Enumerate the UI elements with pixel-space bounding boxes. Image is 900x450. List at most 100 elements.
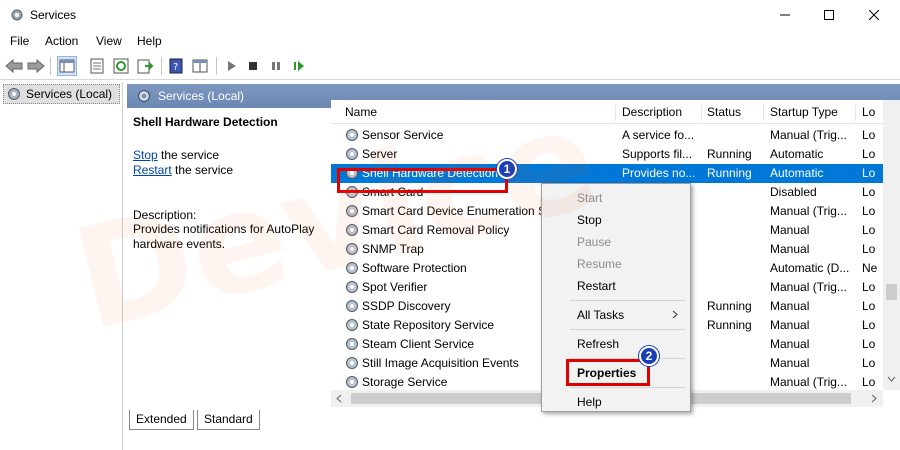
services-gear-icon	[138, 90, 150, 102]
service-gear-icon	[346, 376, 358, 388]
description-label: Description:	[133, 208, 197, 222]
ctx-stop[interactable]: Stop	[577, 213, 602, 227]
row-logon: Lo	[862, 204, 876, 218]
column-header-row: Name Description Status Startup Type Lo	[331, 100, 883, 124]
table-row[interactable]: Server Supports fil... Running Automatic Lo	[331, 145, 883, 164]
tab-standard[interactable]: Standard	[197, 410, 260, 430]
row-logon: Lo	[862, 356, 876, 370]
service-gear-icon	[346, 224, 358, 236]
ctx-all-tasks[interactable]: All Tasks	[577, 308, 624, 322]
resume-service-button[interactable]	[289, 56, 309, 76]
column-header-description[interactable]: Description	[622, 105, 682, 121]
vertical-scroll-thumb[interactable]	[886, 284, 897, 300]
row-startup-type: Disabled	[770, 185, 817, 199]
service-gear-icon	[346, 338, 358, 350]
row-startup-type: Automatic (D...	[770, 261, 850, 275]
menu-bar: File Action View Help	[0, 30, 900, 52]
table-row[interactable]: Sensor Service A service fo... Manual (Tri…	[331, 126, 883, 145]
row-description: A service fo...	[622, 128, 695, 142]
maximize-button[interactable]	[806, 0, 852, 30]
ctx-refresh[interactable]: Refresh	[577, 337, 619, 351]
console-tree: Services (Local)	[0, 82, 123, 450]
service-gear-icon	[346, 148, 358, 160]
show-hide-tree-button[interactable]	[57, 56, 77, 76]
row-startup-type: Automatic	[770, 147, 824, 161]
row-startup-type: Manual (Trig...	[770, 375, 847, 389]
row-name: Sensor Service	[362, 128, 444, 142]
restart-link-suffix: the service	[171, 163, 234, 177]
help-toolbar-button[interactable]: ?	[166, 56, 186, 76]
row-status: Running	[707, 166, 752, 180]
close-icon	[869, 10, 879, 20]
sort-ascending-icon	[474, 100, 482, 101]
column-header-logon[interactable]: Lo	[862, 105, 875, 121]
menu-action[interactable]: Action	[45, 34, 78, 48]
column-header-name[interactable]: Name	[345, 105, 377, 121]
back-button[interactable]	[4, 56, 24, 76]
vertical-scrollbar[interactable]	[883, 100, 900, 390]
menu-file[interactable]: File	[10, 34, 29, 48]
row-startup-type: Manual (Trig...	[770, 128, 847, 142]
row-logon: Ne	[862, 261, 878, 275]
services-gear-icon	[8, 88, 20, 100]
highlight-box-properties	[566, 359, 650, 386]
row-startup-type: Manual	[770, 337, 810, 351]
pause-service-button[interactable]	[266, 56, 286, 76]
stop-service-button[interactable]	[243, 56, 263, 76]
stop-service-link[interactable]: Stop	[133, 148, 158, 162]
services-gear-icon	[11, 9, 23, 21]
ctx-pause[interactable]: Pause	[577, 235, 611, 249]
restart-service-link[interactable]: Restart	[133, 163, 172, 177]
extended-detail-panel: Shell Hardware Detection Stop the servic…	[127, 108, 330, 408]
view-toolbar-button[interactable]	[190, 56, 210, 76]
row-description: Provides no...	[622, 166, 696, 180]
ctx-start[interactable]: Start	[577, 191, 602, 205]
ctx-resume[interactable]: Resume	[577, 257, 622, 271]
title-bar: Services	[0, 0, 900, 30]
menu-view[interactable]: View	[96, 34, 122, 48]
stop-icon	[249, 62, 257, 70]
row-logon: Lo	[862, 223, 876, 237]
ctx-help[interactable]: Help	[577, 395, 602, 409]
ctx-restart[interactable]: Restart	[577, 279, 616, 293]
row-startup-type: Manual	[770, 356, 810, 370]
help-book-icon: ?	[169, 58, 183, 74]
row-startup-type: Automatic	[770, 166, 824, 180]
svg-text:?: ?	[173, 62, 178, 73]
refresh-icon	[113, 58, 129, 74]
tab-extended[interactable]: Extended	[129, 410, 194, 430]
service-gear-icon	[346, 319, 358, 331]
start-service-button[interactable]	[221, 56, 241, 76]
properties-toolbar-button[interactable]	[87, 56, 107, 76]
row-startup-type: Manual	[770, 299, 810, 313]
pause-icon	[272, 62, 280, 70]
tree-item-services-local[interactable]: Services (Local)	[3, 84, 120, 104]
row-logon: Lo	[862, 280, 876, 294]
services-pane: Services (Local) Shell Hardware Detectio…	[127, 84, 900, 450]
row-description: Supports fil...	[622, 147, 693, 161]
callout-badge-1: 1	[497, 159, 517, 179]
row-status: Running	[707, 299, 752, 313]
forward-button[interactable]	[26, 56, 46, 76]
highlight-box-selected-row	[337, 168, 508, 193]
row-startup-type: Manual	[770, 318, 810, 332]
selected-service-name: Shell Hardware Detection	[133, 115, 278, 129]
menu-help[interactable]: Help	[137, 34, 162, 48]
column-header-status[interactable]: Status	[707, 105, 741, 121]
refresh-toolbar-button[interactable]	[111, 56, 131, 76]
column-header-startup-type[interactable]: Startup Type	[770, 105, 838, 121]
close-button[interactable]	[851, 0, 897, 30]
row-logon: Lo	[862, 318, 876, 332]
row-startup-type: Manual (Trig...	[770, 280, 847, 294]
row-logon: Lo	[862, 299, 876, 313]
console-tree-icon	[59, 59, 75, 73]
view-tabs: Extended Standard	[127, 410, 900, 432]
export-list-button[interactable]	[135, 56, 155, 76]
row-logon: Lo	[862, 128, 876, 142]
row-startup-type: Manual	[770, 223, 810, 237]
scroll-right-icon[interactable]	[871, 394, 877, 403]
scroll-down-icon[interactable]	[887, 376, 896, 382]
scroll-left-icon[interactable]	[336, 394, 342, 403]
row-status: Running	[707, 318, 752, 332]
minimize-button[interactable]	[762, 0, 808, 30]
